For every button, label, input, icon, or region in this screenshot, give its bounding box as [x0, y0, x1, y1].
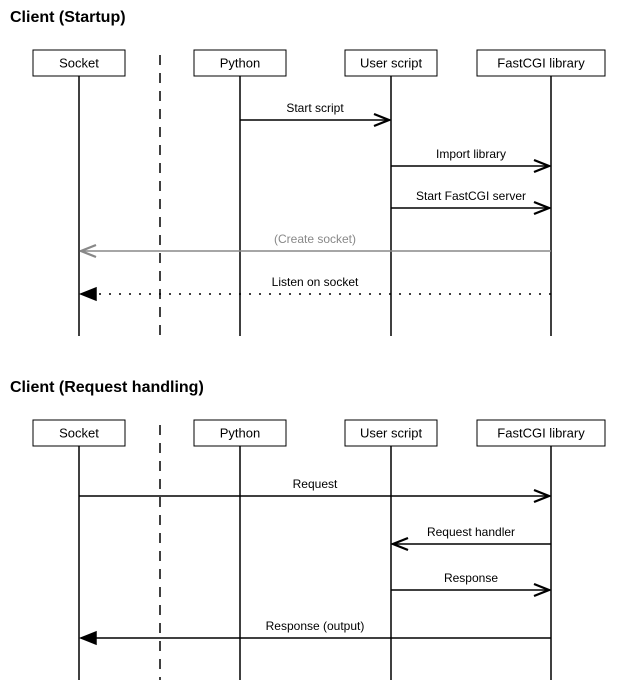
- svg-text:FastCGI library: FastCGI library: [497, 55, 585, 70]
- message-create-socket: (Create socket): [81, 232, 551, 251]
- svg-text:Python: Python: [220, 425, 260, 440]
- svg-text:Request handler: Request handler: [427, 525, 515, 539]
- svg-text:Start FastCGI server: Start FastCGI server: [416, 189, 526, 203]
- message-listen-on-socket: Listen on socket: [81, 275, 551, 294]
- message-response: Response: [391, 571, 549, 590]
- actor-python: Python: [194, 420, 286, 446]
- svg-text:Socket: Socket: [59, 425, 99, 440]
- svg-text:Listen on socket: Listen on socket: [272, 275, 359, 289]
- actor-socket: Socket: [33, 420, 125, 446]
- diagram-request-handling: Client (Request handling) Socket Python …: [10, 379, 605, 680]
- actor-python: Python: [194, 50, 286, 76]
- sequence-diagrams: Client (Startup) Socket Python User scri…: [0, 0, 625, 697]
- svg-text:Start script: Start script: [286, 101, 344, 115]
- actor-user-script: User script: [345, 420, 437, 446]
- svg-text:Import library: Import library: [436, 147, 506, 161]
- actor-fastcgi-library: FastCGI library: [477, 50, 605, 76]
- message-response-output: Response (output): [81, 619, 551, 638]
- svg-text:Response: Response: [444, 571, 498, 585]
- svg-text:Response (output): Response (output): [266, 619, 365, 633]
- message-start-fastcgi-server: Start FastCGI server: [391, 189, 549, 208]
- svg-text:Request: Request: [293, 477, 338, 491]
- svg-text:Python: Python: [220, 55, 260, 70]
- message-request: Request: [79, 477, 549, 496]
- diagram-title: Client (Startup): [10, 9, 126, 26]
- diagram-title: Client (Request handling): [10, 379, 204, 396]
- actor-socket: Socket: [33, 50, 125, 76]
- svg-text:Socket: Socket: [59, 55, 99, 70]
- svg-text:User script: User script: [360, 425, 423, 440]
- svg-text:(Create socket): (Create socket): [274, 232, 356, 246]
- svg-text:User script: User script: [360, 55, 423, 70]
- diagram-startup: Client (Startup) Socket Python User scri…: [10, 9, 605, 336]
- svg-text:FastCGI library: FastCGI library: [497, 425, 585, 440]
- actor-fastcgi-library: FastCGI library: [477, 420, 605, 446]
- message-start-script: Start script: [240, 101, 389, 120]
- message-request-handler: Request handler: [393, 525, 551, 544]
- actor-user-script: User script: [345, 50, 437, 76]
- message-import-library: Import library: [391, 147, 549, 166]
